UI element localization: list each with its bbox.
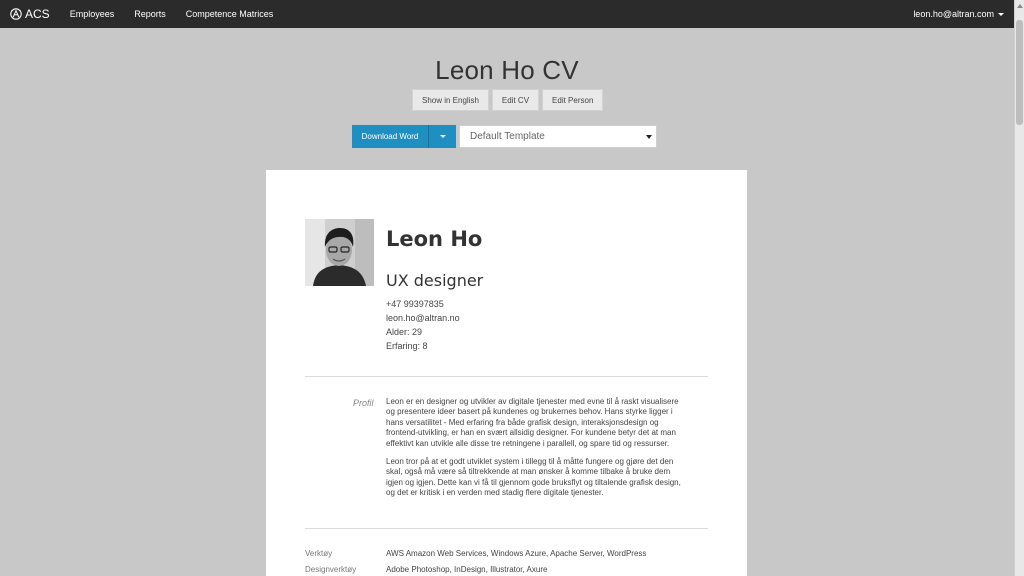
brand-label: ACS [25,7,50,21]
profile-photo [305,219,374,286]
profile-text: Leon er en designer og utvikler av digit… [386,397,686,507]
cv-action-buttons: Show in English Edit CV Edit Person [412,89,604,111]
scroll-up-arrow-icon[interactable] [1017,4,1023,8]
cv-role: UX designer [386,271,484,290]
skill-label: Verktøy [305,549,333,558]
age: Alder: 29 [386,327,423,337]
template-select[interactable]: Default Template [459,125,657,148]
nav-employees[interactable]: Employees [70,9,115,19]
skill-value: AWS Amazon Web Services, Windows Azure, … [386,549,647,558]
scroll-thumb[interactable] [1016,20,1023,125]
download-word-button[interactable]: Download Word [352,125,429,148]
edit-person-button[interactable]: Edit Person [542,89,604,111]
skill-value: Adobe Photoshop, InDesign, Illustrator, … [386,565,548,574]
nav-competence-matrices[interactable]: Competence Matrices [186,9,274,19]
cv-card: Leon Ho UX designer +47 99397835 leon.ho… [266,170,747,576]
edit-cv-button[interactable]: Edit CV [491,89,540,111]
nav-reports[interactable]: Reports [134,9,166,19]
caret-down-icon [439,135,446,138]
phone-number: +47 99397835 [386,299,444,309]
brand-logo[interactable]: ACS [0,0,50,28]
scrollbar[interactable] [1014,0,1024,576]
contact-info: +47 99397835 leon.ho@altran.no Alder: 29… [386,297,460,353]
top-navbar: ACS Employees Reports Competence Matrice… [0,0,1014,28]
person-photo-icon [305,219,374,286]
profile-paragraph-1: Leon er en designer og utvikler av digit… [386,397,679,448]
divider [305,528,708,529]
download-options-toggle[interactable] [429,125,456,148]
profile-label: Profil [353,398,374,408]
user-menu[interactable]: leon.ho@altran.com [913,0,1004,28]
divider [305,376,708,377]
chevron-down-icon [998,12,1004,16]
template-select-value: Default Template [470,131,545,142]
profile-paragraph-2: Leon tror på at et godt utviklet system … [386,457,681,498]
dropdown-arrow-icon [646,135,652,139]
cv-name: Leon Ho [386,227,483,251]
experience-years: Erfaring: 8 [386,341,428,351]
download-controls: Download Word Default Template [352,125,657,148]
skill-label: Designverktøy [305,565,357,574]
altran-logo-icon [10,8,22,20]
show-in-english-button[interactable]: Show in English [412,89,489,111]
page-title: Leon Ho CV [435,55,579,85]
email-address: leon.ho@altran.no [386,313,460,323]
user-email: leon.ho@altran.com [913,9,994,19]
